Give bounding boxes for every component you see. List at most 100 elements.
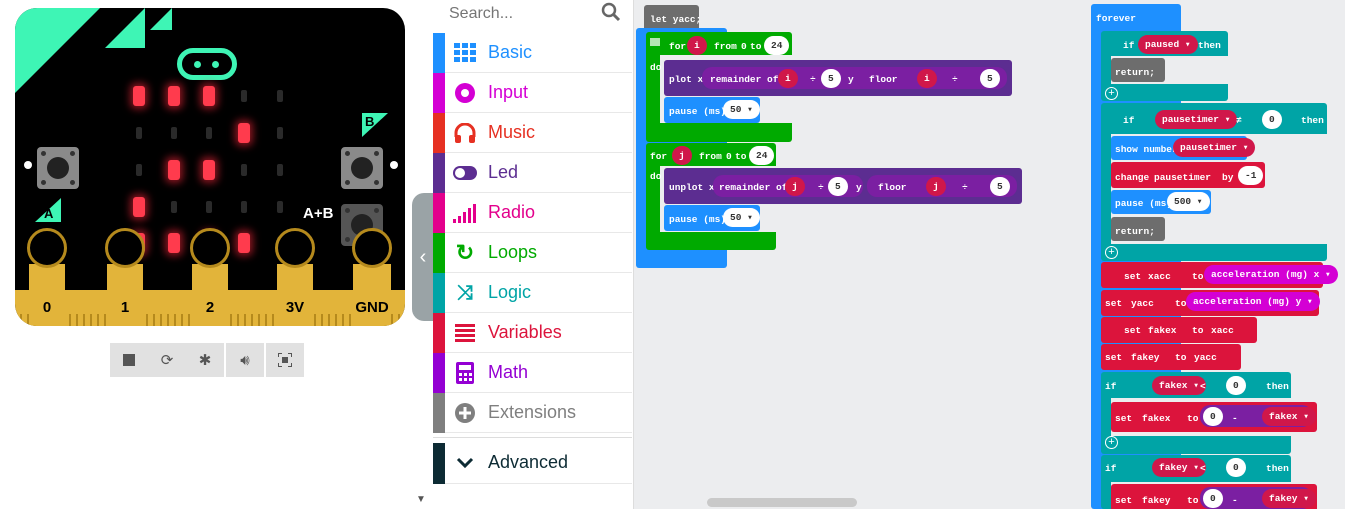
var-j[interactable]: j xyxy=(672,146,692,165)
led-pixel xyxy=(206,127,212,139)
number-5[interactable]: 5 xyxy=(990,177,1010,196)
led-pixel xyxy=(241,164,247,176)
pin-gnd[interactable]: GND xyxy=(352,228,392,326)
button-b-label: B xyxy=(365,114,375,129)
category-variables[interactable]: Variables xyxy=(433,313,632,353)
search-icon[interactable] xyxy=(601,2,621,22)
set-label: set xyxy=(1115,495,1133,506)
add-else-icon[interactable]: + xyxy=(1105,246,1118,259)
var-fakex[interactable]: fakex ▾ xyxy=(1262,407,1316,426)
var-i[interactable]: i xyxy=(917,69,937,88)
number-0[interactable]: 0 xyxy=(1203,407,1223,426)
category-label: Advanced xyxy=(488,452,569,472)
mute-icon[interactable]: 🔊︎ xyxy=(226,343,264,377)
var-j[interactable]: j xyxy=(926,177,946,196)
number-24[interactable]: 24 xyxy=(749,146,775,165)
category-radio[interactable]: Radio xyxy=(433,193,632,233)
led-pixel xyxy=(277,201,283,213)
div-op: ÷ xyxy=(962,182,968,193)
category-label: Music xyxy=(488,122,536,142)
category-loops[interactable]: ↻ Loops xyxy=(433,233,632,273)
horizontal-scrollbar[interactable] xyxy=(707,498,857,507)
scroll-down-icon[interactable]: ▼ xyxy=(416,494,426,505)
number-5[interactable]: 5 xyxy=(980,69,1000,88)
pause-label: pause (ms) xyxy=(669,214,727,225)
button-b[interactable] xyxy=(341,147,383,189)
div-op: ÷ xyxy=(952,74,958,85)
var-i[interactable]: i xyxy=(778,69,798,88)
number-500[interactable]: 500 ▾ xyxy=(1167,192,1210,211)
stop-icon[interactable] xyxy=(110,343,148,377)
lt-op: < xyxy=(1200,463,1206,474)
button-a-dot xyxy=(24,161,32,169)
var-fakey[interactable]: fakey ▾ xyxy=(1262,489,1316,508)
led-pixel xyxy=(206,201,212,213)
collapse-simulator-button[interactable]: ‹ xyxy=(412,193,434,321)
add-else-icon[interactable]: + xyxy=(1105,87,1118,100)
pin-2[interactable]: 2 xyxy=(190,228,230,326)
do-label: do xyxy=(650,171,662,182)
change-label: change xyxy=(1115,172,1150,183)
acceleration-y-block[interactable]: acceleration (mg) y ▾ xyxy=(1186,292,1320,311)
led-pixel xyxy=(277,90,283,102)
grid-icon xyxy=(453,41,477,65)
var-fakey[interactable]: fakey ▾ xyxy=(1152,458,1206,477)
category-advanced[interactable]: Advanced xyxy=(433,443,632,484)
number-24[interactable]: 24 xyxy=(764,36,790,55)
pin-3v[interactable]: 3V xyxy=(275,228,315,326)
search-input[interactable] xyxy=(447,3,601,25)
category-extensions[interactable]: Extensions xyxy=(433,393,632,433)
simulator-toolbar: ⟳ ✱ 🔊︎ xyxy=(110,343,304,377)
restart-icon[interactable]: ⟳ xyxy=(148,343,186,377)
var-fakex[interactable]: fakex ▾ xyxy=(1152,376,1206,395)
number-0[interactable]: 0 xyxy=(1226,458,1246,477)
show-number-label: show number xyxy=(1115,144,1178,155)
plot-x-label: plot x xyxy=(669,74,704,85)
number-5[interactable]: 5 xyxy=(828,177,848,196)
chevron-left-icon: ‹ xyxy=(419,245,427,268)
button-a[interactable] xyxy=(37,147,79,189)
let-yacc-text: let yacc; xyxy=(650,14,702,25)
category-basic[interactable]: Basic xyxy=(433,33,632,73)
acceleration-x-block[interactable]: acceleration (mg) x ▾ xyxy=(1204,265,1338,284)
fakex-label: fakex xyxy=(1142,413,1171,424)
pin-1[interactable]: 1 xyxy=(105,228,145,326)
number-50[interactable]: 50 ▾ xyxy=(723,208,760,227)
debug-icon[interactable]: ✱ xyxy=(186,343,224,377)
category-label: Input xyxy=(488,82,529,102)
to-label: to xyxy=(1175,298,1187,309)
set-label: set xyxy=(1124,271,1142,282)
led-pixel xyxy=(171,127,177,139)
var-pausetimer[interactable]: pausetimer ▾ xyxy=(1155,110,1238,129)
number-minus-one[interactable]: -1 xyxy=(1238,166,1264,185)
fullscreen-icon[interactable] xyxy=(266,343,304,377)
category-led[interactable]: Led xyxy=(433,153,632,193)
category-label: Math xyxy=(488,362,529,382)
category-input[interactable]: Input xyxy=(433,73,632,113)
pause-label: pause (ms) xyxy=(669,106,727,117)
blocks-workspace[interactable]: let yacc; for i from 0 to 24 do plot x r… xyxy=(634,0,1345,509)
touch-logo[interactable] xyxy=(177,48,237,80)
var-pausetimer[interactable]: pausetimer ▾ xyxy=(1173,138,1256,157)
number-0[interactable]: 0 xyxy=(1203,489,1223,508)
category-label: Loops xyxy=(488,242,538,262)
div-op: ÷ xyxy=(810,74,816,85)
var-j[interactable]: j xyxy=(785,177,805,196)
category-music[interactable]: Music xyxy=(433,113,632,153)
comment-icon[interactable] xyxy=(650,38,660,46)
number-5[interactable]: 5 xyxy=(821,69,841,88)
microbit-board: A B A+B 0 1 2 3V GND xyxy=(15,8,405,326)
var-i[interactable]: i xyxy=(687,36,707,55)
number-50[interactable]: 50 ▾ xyxy=(723,100,760,119)
pin-0[interactable]: 0 xyxy=(27,228,67,326)
led-pixel xyxy=(133,197,145,217)
category-math[interactable]: Math xyxy=(433,353,632,393)
led-pixel xyxy=(168,160,180,180)
number-0[interactable]: 0 xyxy=(1262,110,1282,129)
then-label: then xyxy=(1266,381,1289,392)
led-pixel xyxy=(133,86,145,106)
add-else-icon[interactable]: + xyxy=(1105,436,1118,449)
category-logic[interactable]: ⤨ Logic xyxy=(433,273,632,313)
var-paused[interactable]: paused ▾ xyxy=(1138,35,1198,54)
number-0[interactable]: 0 xyxy=(1226,376,1246,395)
